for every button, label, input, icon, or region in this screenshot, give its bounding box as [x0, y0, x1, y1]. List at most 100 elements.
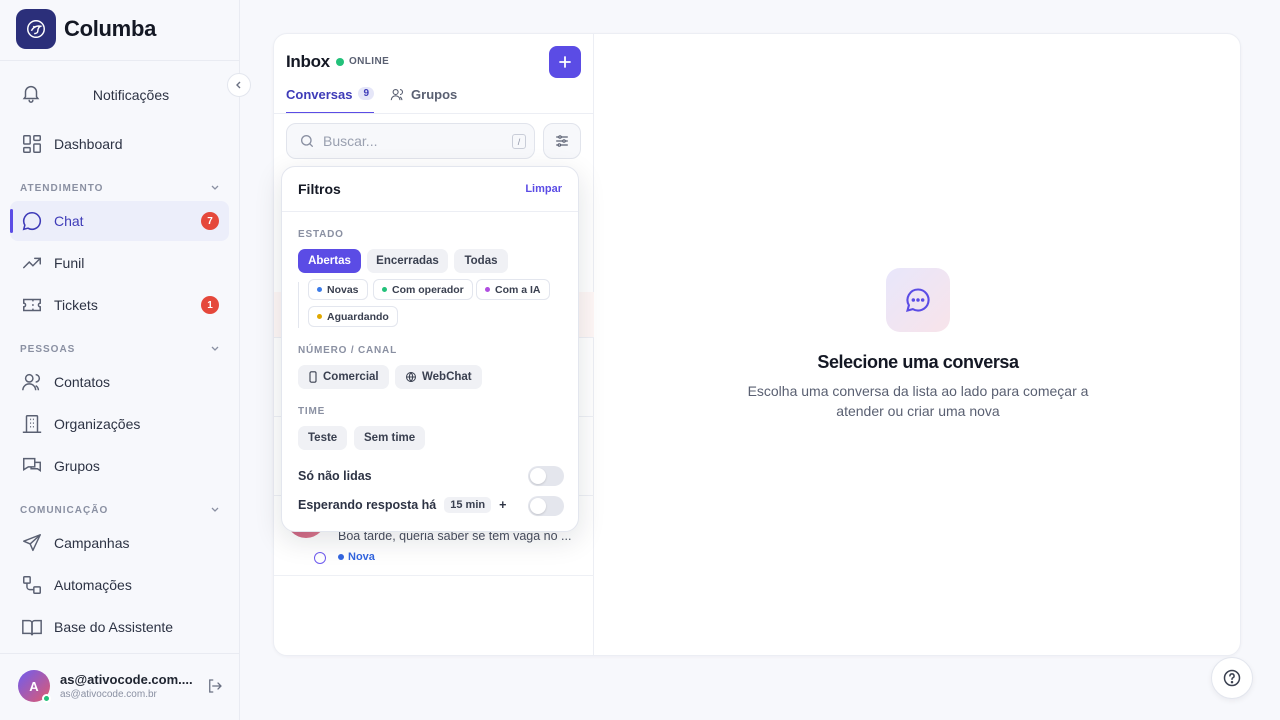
- chevron-down-icon: [210, 343, 220, 356]
- section-title: COMUNICAÇÃO: [20, 505, 109, 516]
- sidebar-item-chat[interactable]: Chat 7: [10, 201, 229, 241]
- section-title: ATENDIMENTO: [20, 183, 104, 194]
- chip-label: WebChat: [422, 371, 472, 383]
- time-teste-chip[interactable]: Teste: [298, 426, 348, 450]
- online-status: ONLINE: [336, 56, 389, 67]
- sidebar-item-label: Campanhas: [54, 535, 130, 551]
- waiting-minutes-selector[interactable]: 15 min: [444, 497, 492, 513]
- keyboard-shortcut-hint: /: [512, 134, 526, 149]
- unread-badge: 7: [201, 212, 219, 230]
- book-open-icon: [20, 615, 44, 639]
- help-button[interactable]: [1211, 657, 1253, 699]
- collapse-sidebar-button[interactable]: [227, 73, 251, 97]
- filter-button[interactable]: [543, 123, 581, 159]
- sidebar-item-contatos[interactable]: Contatos: [10, 362, 229, 402]
- chip-label: Comercial: [323, 371, 379, 383]
- time-sem-time-chip[interactable]: Sem time: [354, 426, 426, 450]
- webchat-channel-icon: [314, 552, 326, 564]
- sidebar-item-label: Funil: [54, 255, 85, 271]
- conversation-count-badge: 9: [358, 87, 375, 100]
- status-tag-label: Nova: [348, 551, 375, 563]
- sub-filter-aguardando[interactable]: Aguardando: [308, 306, 398, 327]
- sub-filter-com-ia[interactable]: Com a IA: [476, 279, 550, 300]
- sidebar-item-automacoes[interactable]: Automações: [10, 565, 229, 605]
- messages-icon: [20, 454, 44, 478]
- logout-icon[interactable]: [206, 677, 224, 700]
- sidebar-item-label: Contatos: [54, 374, 111, 390]
- user-email: as@ativocode.com.br: [60, 689, 157, 700]
- sidebar-item-dashboard[interactable]: Dashboard: [10, 124, 229, 164]
- purple-dot: [485, 287, 490, 292]
- brand[interactable]: Columba: [16, 9, 156, 49]
- sidebar-item-grupos[interactable]: Grupos: [10, 446, 229, 486]
- chip-label: Novas: [327, 283, 359, 296]
- sidebar-item-tickets[interactable]: Tickets 1: [10, 285, 229, 325]
- section-comunicacao[interactable]: COMUNICAÇÃO: [20, 504, 220, 517]
- estado-encerradas-chip[interactable]: Encerradas: [367, 249, 448, 273]
- canal-label: NÚMERO / CANAL: [298, 345, 397, 356]
- online-status-label: ONLINE: [349, 56, 390, 67]
- divider: [274, 113, 594, 114]
- sub-filter-novas[interactable]: Novas: [308, 279, 368, 300]
- waiting-response-toggle[interactable]: [528, 496, 564, 516]
- toggle-label-text: Esperando resposta há: [298, 498, 437, 512]
- filters-header: Filtros Limpar: [282, 167, 578, 212]
- estado-abertas-chip[interactable]: Abertas: [298, 249, 361, 273]
- globe-icon: [406, 372, 416, 382]
- ticket-icon: [20, 293, 44, 317]
- tab-label: Grupos: [411, 87, 458, 102]
- yellow-dot: [317, 314, 322, 319]
- sub-filter-com-operador[interactable]: Com operador: [373, 279, 473, 300]
- section-pessoas[interactable]: PESSOAS: [20, 343, 220, 356]
- search-placeholder: Buscar...: [323, 133, 378, 149]
- users-icon: [20, 370, 44, 394]
- user-profile[interactable]: A as@ativocode.com.... as@ativocode.com.…: [18, 670, 228, 703]
- sidebar-item-label: Automações: [54, 577, 132, 593]
- unread-only-toggle[interactable]: [528, 466, 564, 486]
- inbox-title: Inbox: [286, 52, 330, 71]
- dashboard-icon: [20, 132, 44, 156]
- unread-only-label: Só não lidas: [298, 469, 372, 483]
- phone-icon: [309, 371, 317, 383]
- toggle-label-text: Só não lidas: [298, 469, 372, 483]
- sidebar-item-organizacoes[interactable]: Organizações: [10, 404, 229, 444]
- users-icon: [390, 87, 405, 105]
- new-conversation-button[interactable]: [549, 46, 581, 78]
- section-atendimento[interactable]: ATENDIMENTO: [20, 182, 220, 195]
- estado-label: ESTADO: [298, 229, 344, 240]
- columba-logo-icon: [16, 9, 56, 49]
- building-icon: [20, 412, 44, 436]
- notifications-label: Notificações: [92, 87, 170, 103]
- divider: [298, 282, 299, 328]
- tab-conversas[interactable]: Conversas 9: [286, 87, 375, 114]
- canal-comercial-chip[interactable]: Comercial: [298, 365, 389, 389]
- sidebar-item-campanhas[interactable]: Campanhas: [10, 523, 229, 563]
- help-circle-icon: [1223, 669, 1241, 687]
- estado-todas-chip[interactable]: Todas: [454, 249, 508, 273]
- tab-grupos[interactable]: Grupos: [390, 87, 457, 114]
- green-dot: [382, 287, 387, 292]
- search-input[interactable]: Buscar... /: [286, 123, 535, 159]
- user-name: as@ativocode.com....: [60, 672, 193, 687]
- sidebar-item-label: Chat: [54, 213, 84, 229]
- online-status-dot: [42, 694, 51, 703]
- divider: [0, 60, 240, 61]
- status-tag: Nova: [338, 551, 375, 563]
- notifications-item[interactable]: Notificações: [20, 80, 220, 110]
- canal-webchat-chip[interactable]: WebChat: [395, 365, 482, 389]
- chip-label: Aguardando: [327, 310, 389, 323]
- sliders-icon: [556, 135, 568, 147]
- avatar: A: [18, 670, 51, 703]
- brand-name: Columba: [64, 16, 157, 41]
- workflow-icon: [20, 573, 44, 597]
- empty-state-subtitle: Escolha uma conversa da lista ao lado pa…: [747, 383, 1089, 419]
- sidebar-item-funil[interactable]: Funil: [10, 243, 229, 283]
- online-dot: [336, 57, 344, 66]
- sidebar: Columba Notificações Dashboard ATENDIMEN…: [0, 0, 240, 720]
- clear-filters-button[interactable]: Limpar: [525, 183, 562, 195]
- tab-label: Conversas: [286, 87, 353, 102]
- sidebar-item-label: Tickets: [54, 297, 98, 313]
- sidebar-item-base-assistente[interactable]: Base do Assistente: [10, 607, 229, 647]
- section-title: PESSOAS: [20, 344, 76, 355]
- send-icon: [20, 531, 44, 555]
